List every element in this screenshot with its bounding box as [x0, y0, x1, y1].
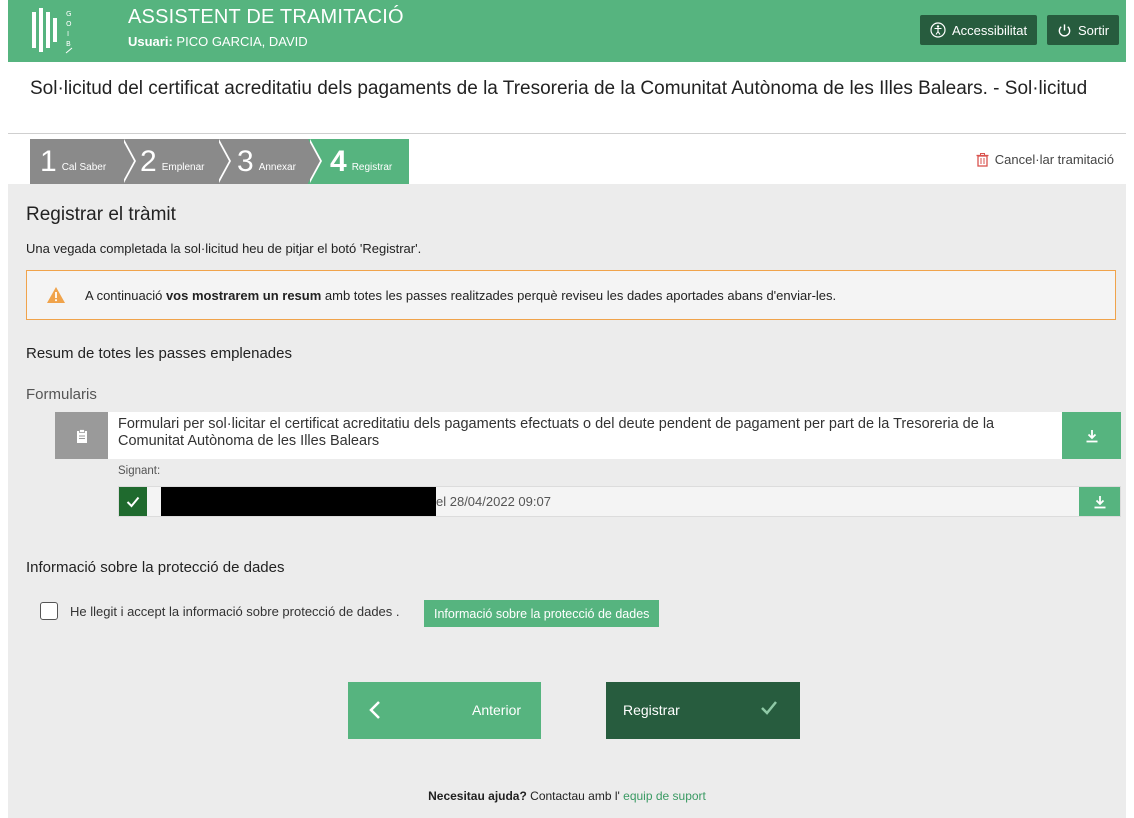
- check-icon: [119, 487, 147, 516]
- warning-box: A continuació vos mostrarem un resum amb…: [26, 270, 1116, 320]
- signature-row: el 28/04/2022 09:07: [118, 486, 1121, 517]
- check-icon: [761, 701, 777, 715]
- signant-label: Signant:: [118, 465, 161, 477]
- warning-text-bold: vos mostrarem un resum: [165, 287, 322, 303]
- help-bold: Necesitau ajuda?: [428, 789, 527, 803]
- privacy-consent: He llegit i accept la informació sobre p…: [40, 602, 400, 620]
- goib-logo: G O I B: [30, 6, 94, 54]
- step-progress: 1 Cal Saber 2 Emplenar 3 Annexar 4 Regis…: [30, 139, 409, 184]
- step-label: Registrar: [351, 162, 393, 173]
- user-label: Usuari:: [128, 34, 173, 49]
- signature-download-button[interactable]: [1079, 487, 1120, 516]
- help-footer: Necesitau ajuda? Contactau amb l' equip …: [0, 789, 1134, 803]
- step-label: Annexar: [258, 162, 296, 173]
- step-label: Cal Saber: [61, 162, 107, 173]
- form-title: Formulari per sol·licitar el certificat …: [108, 412, 1062, 459]
- accessibility-button[interactable]: Accessibilitat: [920, 15, 1038, 45]
- procedure-title: Sol·licitud del certificat acreditatiu d…: [30, 78, 1088, 99]
- exit-button[interactable]: Sortir: [1047, 15, 1120, 45]
- cancel-procedure-link[interactable]: Cancel·lar tramitació: [976, 152, 1114, 167]
- warning-text-pre: A continuació: [85, 287, 166, 303]
- user-info: Usuari: PICO GARCIA, DAVID: [128, 34, 308, 49]
- accessibility-icon: [930, 22, 946, 38]
- app-header: G O I B ASSISTENT DE TRAMITACIÓ Usuari: …: [8, 0, 1126, 62]
- help-text: Contactau amb l': [526, 789, 624, 803]
- step-2: 2 Emplenar: [122, 139, 231, 184]
- step-number: 4: [330, 144, 347, 178]
- chevron-left-icon: [369, 701, 380, 719]
- register-label: Registrar: [623, 702, 680, 718]
- privacy-info-button[interactable]: Informació sobre la protecció de dades: [424, 600, 660, 627]
- exit-label: Sortir: [1078, 22, 1110, 38]
- summary-title: Resum de totes les passes emplenades: [26, 345, 292, 362]
- step-1: 1 Cal Saber: [30, 139, 136, 184]
- svg-text:I: I: [67, 30, 69, 38]
- section-title: Registrar el tràmit: [26, 204, 176, 225]
- download-icon: [1094, 495, 1105, 508]
- signature-date: el 28/04/2022 09:07: [436, 494, 551, 509]
- step-label: Emplenar: [161, 162, 205, 173]
- forms-label: Formularis: [26, 386, 97, 403]
- title-divider: [8, 133, 1126, 134]
- support-link[interactable]: equip de suport: [623, 789, 706, 803]
- app-title: ASSISTENT DE TRAMITACIÓ: [128, 6, 404, 28]
- form-item: Formulari per sol·licitar el certificat …: [55, 412, 1121, 459]
- intro-text: Una vegada completada la sol·licitud heu…: [26, 241, 422, 256]
- privacy-title: Informació sobre la protecció de dades: [26, 559, 285, 576]
- previous-button[interactable]: Anterior: [348, 682, 541, 739]
- warning-icon: [47, 287, 65, 303]
- privacy-checkbox-label[interactable]: He llegit i accept la informació sobre p…: [70, 604, 400, 619]
- svg-text:G: G: [66, 10, 71, 18]
- clipboard-icon: [55, 412, 108, 459]
- power-icon: [1058, 23, 1071, 37]
- warning-text: A continuació vos mostrarem un resum amb…: [85, 288, 836, 303]
- privacy-checkbox[interactable]: [40, 602, 58, 620]
- register-button[interactable]: Registrar: [606, 682, 800, 739]
- accessibility-label: Accessibilitat: [952, 22, 1028, 38]
- trash-icon: [976, 152, 989, 167]
- step-4: 4 Registrar: [308, 139, 409, 184]
- user-name: PICO GARCIA, DAVID: [176, 34, 308, 49]
- cancel-label: Cancel·lar tramitació: [994, 152, 1114, 167]
- step-number: 3: [237, 144, 254, 178]
- form-download-button[interactable]: [1062, 412, 1121, 459]
- previous-label: Anterior: [472, 702, 522, 718]
- step-number: 2: [140, 144, 157, 178]
- step-number: 1: [40, 144, 57, 178]
- redacted-signer: [161, 487, 436, 516]
- svg-text:B: B: [66, 40, 71, 48]
- download-icon: [1086, 429, 1097, 442]
- warning-text-post: amb totes les passes realitzades perquè …: [321, 287, 837, 303]
- svg-text:O: O: [66, 20, 72, 28]
